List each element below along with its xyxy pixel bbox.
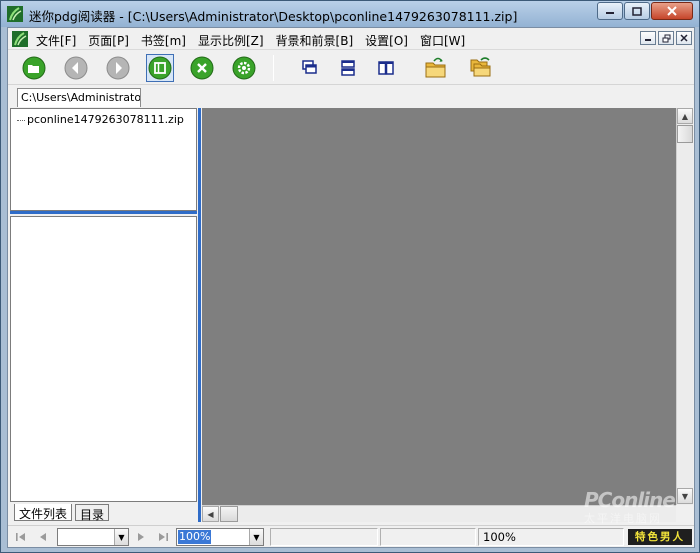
watermark-brand: PConline: [584, 488, 676, 512]
file-list-pane: [10, 216, 197, 502]
page-number-combo[interactable]: ▼: [57, 528, 129, 546]
menu-items: 文件[F] 页面[P] 书签[m] 显示比例[Z] 背景和前景[B] 设置[O]…: [30, 32, 471, 49]
watermark-sub: 太平洋电脑网: [584, 512, 662, 525]
hscroll-thumb[interactable]: [220, 506, 238, 522]
tab-contents[interactable]: 目录: [75, 504, 110, 522]
app-window: 迷你pdg阅读器 - [C:\Users\Administrator\Deskt…: [0, 0, 700, 553]
cascade-windows-icon: [302, 60, 317, 74]
tile-vertical-button[interactable]: [372, 54, 400, 82]
open-file-icon: [425, 57, 446, 78]
close-icon: [667, 6, 677, 16]
scroll-thumb[interactable]: [677, 125, 693, 143]
toggle-panel-icon: [148, 56, 172, 80]
status-panel-1: [270, 528, 378, 546]
minimize-icon: [645, 39, 651, 41]
zoom-selected-value: 100%: [178, 530, 212, 544]
status-panel-2: [380, 528, 476, 546]
cascade-windows-button[interactable]: [296, 54, 324, 82]
next-page-icon: [138, 533, 144, 541]
back-button[interactable]: [62, 54, 90, 82]
stop-button[interactable]: [188, 54, 216, 82]
open-multiple-button[interactable]: [468, 54, 496, 82]
tile-horizontal-button[interactable]: [334, 54, 362, 82]
pconline-watermark: PConline 太平洋电脑网: [580, 488, 692, 528]
open-folder-icon: [22, 56, 46, 80]
forward-icon: [106, 56, 130, 80]
maximize-icon: [632, 6, 642, 16]
toggle-panel-button[interactable]: [146, 54, 174, 82]
last-page-button[interactable]: [154, 529, 172, 545]
mdi-minimize-button[interactable]: [640, 31, 656, 45]
status-bar: ▼ 100% ▼ 100% 特色男人: [8, 525, 694, 547]
chevron-down-icon[interactable]: ▼: [114, 529, 128, 545]
close-icon: [680, 34, 688, 42]
file-tree-pane: pconline1479263078111.zip: [10, 108, 197, 211]
menu-settings[interactable]: 设置[O]: [359, 32, 414, 49]
prev-page-button[interactable]: [34, 529, 52, 545]
vertical-scrollbar[interactable]: ▲ ▼: [676, 108, 693, 505]
open-file-button[interactable]: [422, 54, 450, 82]
tab-file-list[interactable]: 文件列表: [14, 504, 73, 521]
caption-buttons: [597, 2, 693, 20]
restore-icon: [662, 34, 670, 42]
tree-connector: [17, 119, 25, 121]
forward-button[interactable]: [104, 54, 132, 82]
open-folder-button[interactable]: [20, 54, 48, 82]
toolbar: [8, 51, 694, 85]
horizontal-splitter[interactable]: [10, 211, 197, 214]
document-viewer[interactable]: [202, 108, 676, 505]
open-multiple-icon: [470, 57, 491, 77]
left-pane-tabs: 文件列表 目录: [10, 504, 197, 522]
first-page-button[interactable]: [12, 529, 30, 545]
zoom-combo[interactable]: 100% ▼: [176, 528, 264, 546]
mdi-restore-button[interactable]: [658, 31, 674, 45]
menu-bookmark[interactable]: 书签[m]: [135, 32, 192, 49]
path-tab[interactable]: C:\Users\Administrator\D: [17, 88, 141, 107]
last-page-icon: [159, 533, 168, 541]
menu-zoom[interactable]: 显示比例[Z]: [192, 32, 270, 49]
document-logo-icon[interactable]: [12, 31, 28, 47]
status-badge: 特色男人: [628, 529, 692, 545]
tile-vertical-icon: [378, 61, 394, 75]
menu-background[interactable]: 背景和前景[B]: [270, 32, 360, 49]
scroll-up-button[interactable]: ▲: [677, 108, 693, 124]
mdi-close-button[interactable]: [676, 31, 692, 45]
toolbar-separator: [273, 55, 274, 81]
title-bar[interactable]: 迷你pdg阅读器 - [C:\Users\Administrator\Deskt…: [1, 1, 699, 27]
stop-icon: [190, 56, 214, 80]
first-page-icon: [16, 533, 25, 541]
minimize-button[interactable]: [597, 2, 623, 20]
back-icon: [64, 56, 88, 80]
next-page-button[interactable]: [132, 529, 150, 545]
app-logo-icon: [7, 6, 23, 22]
path-bar: C:\Users\Administrator\D: [8, 86, 694, 108]
client-area: 文件[F] 页面[P] 书签[m] 显示比例[Z] 背景和前景[B] 设置[O]…: [7, 27, 695, 548]
tree-item-label: pconline1479263078111.zip: [27, 113, 184, 126]
menu-page[interactable]: 页面[P]: [82, 32, 135, 49]
maximize-button[interactable]: [624, 2, 650, 20]
vertical-splitter[interactable]: [198, 108, 201, 522]
mdi-buttons: [640, 31, 692, 45]
menu-bar: 文件[F] 页面[P] 书签[m] 显示比例[Z] 背景和前景[B] 设置[O]…: [8, 28, 694, 50]
window-title: 迷你pdg阅读器 - [C:\Users\Administrator\Deskt…: [29, 9, 518, 24]
tree-item[interactable]: pconline1479263078111.zip: [17, 113, 184, 126]
minimize-icon: [606, 12, 614, 14]
tile-horizontal-icon: [341, 60, 355, 76]
close-button[interactable]: [651, 2, 693, 20]
scroll-left-button[interactable]: ◀: [202, 506, 219, 522]
settings-button[interactable]: [230, 54, 258, 82]
chevron-down-icon[interactable]: ▼: [249, 529, 263, 545]
settings-gear-icon: [232, 56, 256, 80]
prev-page-icon: [40, 533, 46, 541]
menu-window[interactable]: 窗口[W]: [414, 32, 471, 49]
menu-file[interactable]: 文件[F]: [30, 32, 82, 49]
zoom-status: 100%: [478, 528, 624, 546]
